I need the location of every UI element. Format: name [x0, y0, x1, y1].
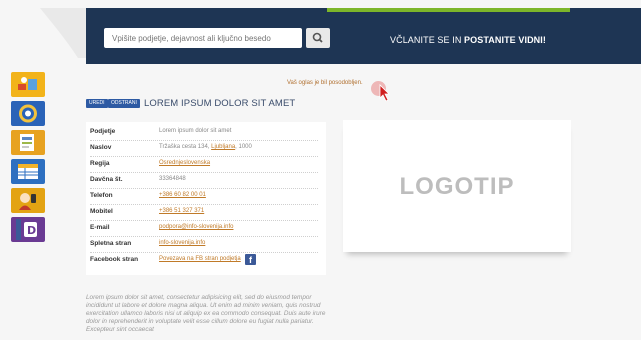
description-text: Lorem ipsum dolor sit amet, consectetur … — [86, 294, 326, 333]
detail-label: Regija — [90, 160, 110, 167]
sidebar-tab-facebook[interactable]: D — [11, 217, 45, 242]
detail-row-mobile: Mobitel +386 51 327 371 — [90, 205, 318, 221]
svg-text:D: D — [27, 224, 36, 237]
facebook-tab-icon: D — [16, 219, 37, 240]
facebook-page-link[interactable]: Povezava na FB stran podjetja — [159, 256, 241, 262]
detail-value: 33364848 — [159, 176, 186, 182]
detail-row-address: Naslov Tržaška cesta 134, Ljubljana, 100… — [90, 141, 318, 157]
membership-link[interactable]: VČLANITE SE IN POSTANITE VIDNI! — [390, 35, 546, 45]
header-swoosh — [40, 8, 86, 58]
sidebar-tab-tools[interactable] — [11, 72, 45, 97]
membership-prefix: VČLANITE SE IN — [390, 35, 465, 45]
address-street: Tržaška cesta 134, — [159, 144, 212, 150]
facebook-icon[interactable]: f — [245, 254, 256, 265]
sidebar-tab-table[interactable] — [11, 159, 45, 184]
phone-link[interactable]: +386 60 82 00 01 — [159, 192, 206, 198]
details-panel: Podjetje Lorem ipsum dolor sit amet Nasl… — [86, 122, 326, 275]
table-tab-icon — [18, 164, 38, 179]
region-link[interactable]: Osrednjeslovenska — [159, 160, 210, 166]
tools-tab-icon — [18, 77, 37, 90]
address-postcode: , 1000 — [235, 144, 252, 150]
mobile-link[interactable]: +386 51 327 371 — [159, 208, 204, 214]
sidebar-tab-seal[interactable] — [11, 101, 45, 126]
mouse-cursor-icon — [379, 84, 390, 102]
detail-label: Telefon — [90, 192, 113, 199]
detail-row-region: Regija Osrednjeslovenska — [90, 157, 318, 173]
detail-label: Podjetje — [90, 128, 116, 135]
search-icon — [312, 32, 323, 43]
detail-row-website: Spletna stran info-slovenija.info — [90, 237, 318, 253]
document-tab-icon — [20, 134, 34, 151]
email-link[interactable]: podpora@info-slovenija.info — [159, 224, 233, 230]
address-city-link[interactable]: Ljubljana — [211, 144, 235, 150]
detail-row-email: E-mail podpora@info-slovenija.info — [90, 221, 318, 237]
detail-label: Naslov — [90, 144, 112, 151]
seal-tab-icon — [19, 104, 37, 123]
detail-row-tax: Davčna št. 33364848 — [90, 173, 318, 189]
logo-text: LOGOTIP — [399, 173, 515, 200]
website-link[interactable]: info-slovenija.info — [159, 240, 205, 246]
logo-placeholder: LOGOTIP — [343, 120, 571, 252]
edit-button[interactable]: UREDI — [86, 99, 108, 108]
detail-label: Spletna stran — [90, 240, 132, 247]
phone-tab-icon — [19, 193, 36, 210]
left-sidebar: D — [11, 72, 45, 246]
detail-row-facebook: Facebook stran Povezava na FB stran podj… — [90, 253, 318, 268]
detail-label: Mobitel — [90, 208, 113, 215]
search-input[interactable] — [104, 28, 302, 48]
sidebar-tab-document[interactable] — [11, 130, 45, 155]
update-notice: Vaš oglas je bil posodobljen. — [287, 80, 363, 86]
detail-label: Facebook stran — [90, 256, 139, 263]
detail-row-company: Podjetje Lorem ipsum dolor sit amet — [90, 125, 318, 141]
detail-label: E-mail — [90, 224, 110, 231]
listing-title: LOREM IPSUM DOLOR SIT AMET — [144, 98, 296, 109]
header-accent-line — [327, 8, 570, 12]
detail-row-phone: Telefon +386 60 82 00 01 — [90, 189, 318, 205]
sidebar-tab-phone[interactable] — [11, 188, 45, 213]
detail-value: Lorem ipsum dolor sit amet — [159, 128, 232, 134]
detail-value: Tržaška cesta 134, Ljubljana, 1000 — [159, 144, 252, 150]
membership-bold: POSTANITE VIDNI! — [464, 35, 546, 45]
detail-label: Davčna št. — [90, 176, 123, 183]
remove-button[interactable]: ODSTRANI — [108, 99, 140, 108]
search-button[interactable] — [306, 28, 330, 48]
